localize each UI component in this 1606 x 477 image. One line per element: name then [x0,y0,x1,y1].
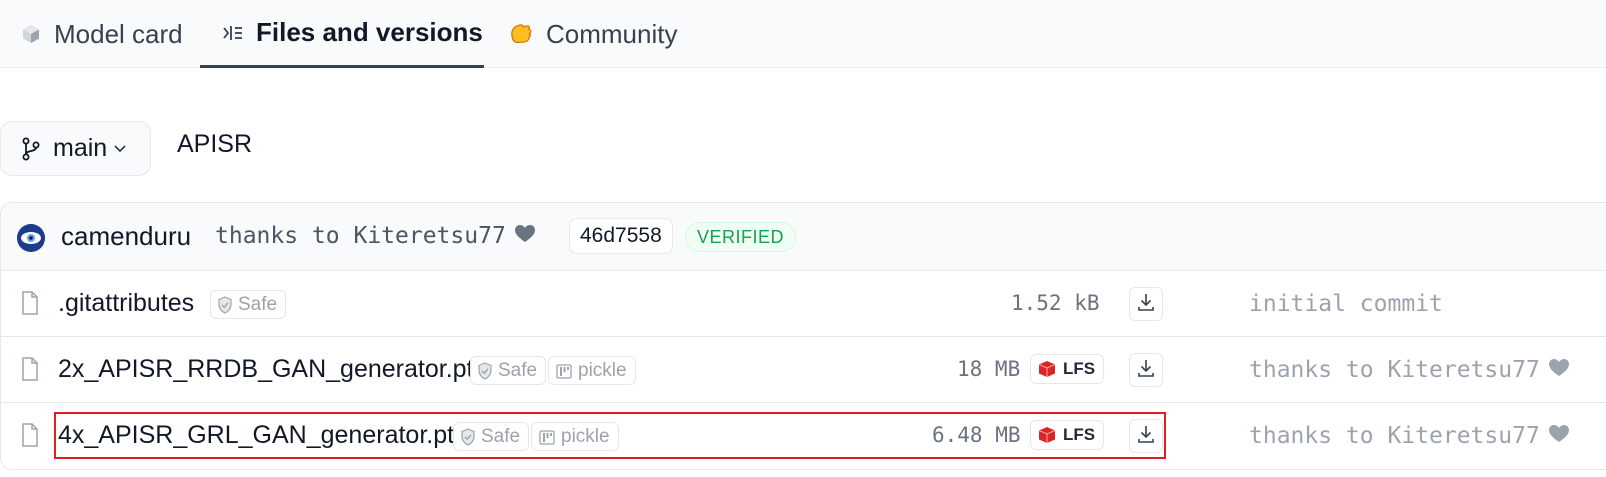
file-table: camenduru thanks to Kiteretsu77 46d7558 … [0,202,1606,470]
shield-check-icon [217,295,233,314]
heart-icon [1548,424,1570,450]
file-last-commit-text: thanks to Kiteretsu77 [1249,357,1540,383]
file-row: 2x_APISR_RRDB_GAN_generator.pth Safe pic… [1,337,1606,403]
pickle-jar-icon [538,428,556,446]
commit-message-text: thanks to Kiteretsu77 [215,223,506,249]
tab-label: Model card [54,18,183,49]
file-last-commit[interactable]: thanks to Kiteretsu77 [1249,357,1570,384]
lfs-box-icon [1037,360,1057,378]
download-button[interactable] [1129,419,1163,453]
file-size: 18 MB [957,357,1021,381]
file-icon [21,291,39,320]
file-last-commit-text: thanks to Kiteretsu77 [1249,423,1540,449]
pickle-label: pickle [561,425,610,447]
lfs-label: LFS [1063,425,1096,444]
files-list-icon [222,23,244,43]
file-row: .gitattributes Safe 1.52 kB initial comm… [1,271,1606,337]
heart-icon [1548,358,1570,384]
download-button[interactable] [1129,287,1163,321]
file-icon [21,423,39,452]
hand-wave-icon [508,22,534,46]
tab-community[interactable]: Community [508,0,677,68]
safe-badge[interactable]: Safe [210,290,287,319]
commit-message[interactable]: thanks to Kiteretsu77 [215,223,536,250]
download-icon [1136,358,1156,383]
file-icon [21,357,39,386]
safe-label: Safe [498,359,538,381]
file-size: 6.48 MB [932,423,1021,447]
lfs-box-icon [1037,426,1057,444]
safe-label: Safe [481,425,521,447]
shield-check-icon [460,427,476,446]
lfs-badge[interactable]: LFS [1030,420,1105,450]
tab-label: Community [546,18,678,49]
branch-selector[interactable]: main [0,121,151,176]
tab-files-and-versions[interactable]: Files and versions [200,0,484,68]
tab-model-card[interactable]: Model card [20,0,183,68]
breadcrumb-path[interactable]: APISR [177,130,252,159]
download-icon [1136,424,1156,449]
lfs-label: LFS [1063,359,1096,378]
file-name[interactable]: 4x_APISR_GRL_GAN_generator.pth [58,421,468,450]
file-last-commit[interactable]: initial commit [1249,291,1443,317]
heart-icon [514,224,536,250]
chevron-down-icon [113,144,127,154]
commit-hash[interactable]: 46d7558 [569,218,673,254]
download-icon [1136,292,1156,317]
avatar[interactable] [17,224,45,252]
file-row: 4x_APISR_GRL_GAN_generator.pth Safe pick… [1,403,1606,469]
last-commit-row: camenduru thanks to Kiteretsu77 46d7558 … [1,203,1606,271]
pickle-badge[interactable]: pickle [531,422,619,451]
safe-label: Safe [238,293,278,315]
pickle-label: pickle [578,359,627,381]
file-last-commit[interactable]: thanks to Kiteretsu77 [1249,423,1570,450]
commit-author[interactable]: camenduru [61,221,191,252]
file-name[interactable]: .gitattributes [58,289,194,318]
tab-label: Files and versions [256,17,483,47]
shield-check-icon [477,361,493,380]
pickle-badge[interactable]: pickle [548,356,636,385]
repo-tabs-bar: Model card Files and versions Community [0,0,1606,68]
branch-name: main [53,134,108,162]
safe-badge[interactable]: Safe [453,422,530,451]
file-size: 1.52 kB [1011,291,1100,315]
lfs-badge[interactable]: LFS [1030,354,1105,384]
download-button[interactable] [1129,353,1163,387]
pickle-jar-icon [555,362,573,380]
safe-badge[interactable]: Safe [470,356,547,385]
file-name[interactable]: 2x_APISR_RRDB_GAN_generator.pth [58,355,487,384]
cube-icon [20,23,42,45]
git-branch-icon [21,137,41,161]
verified-badge: VERIFIED [685,222,797,252]
